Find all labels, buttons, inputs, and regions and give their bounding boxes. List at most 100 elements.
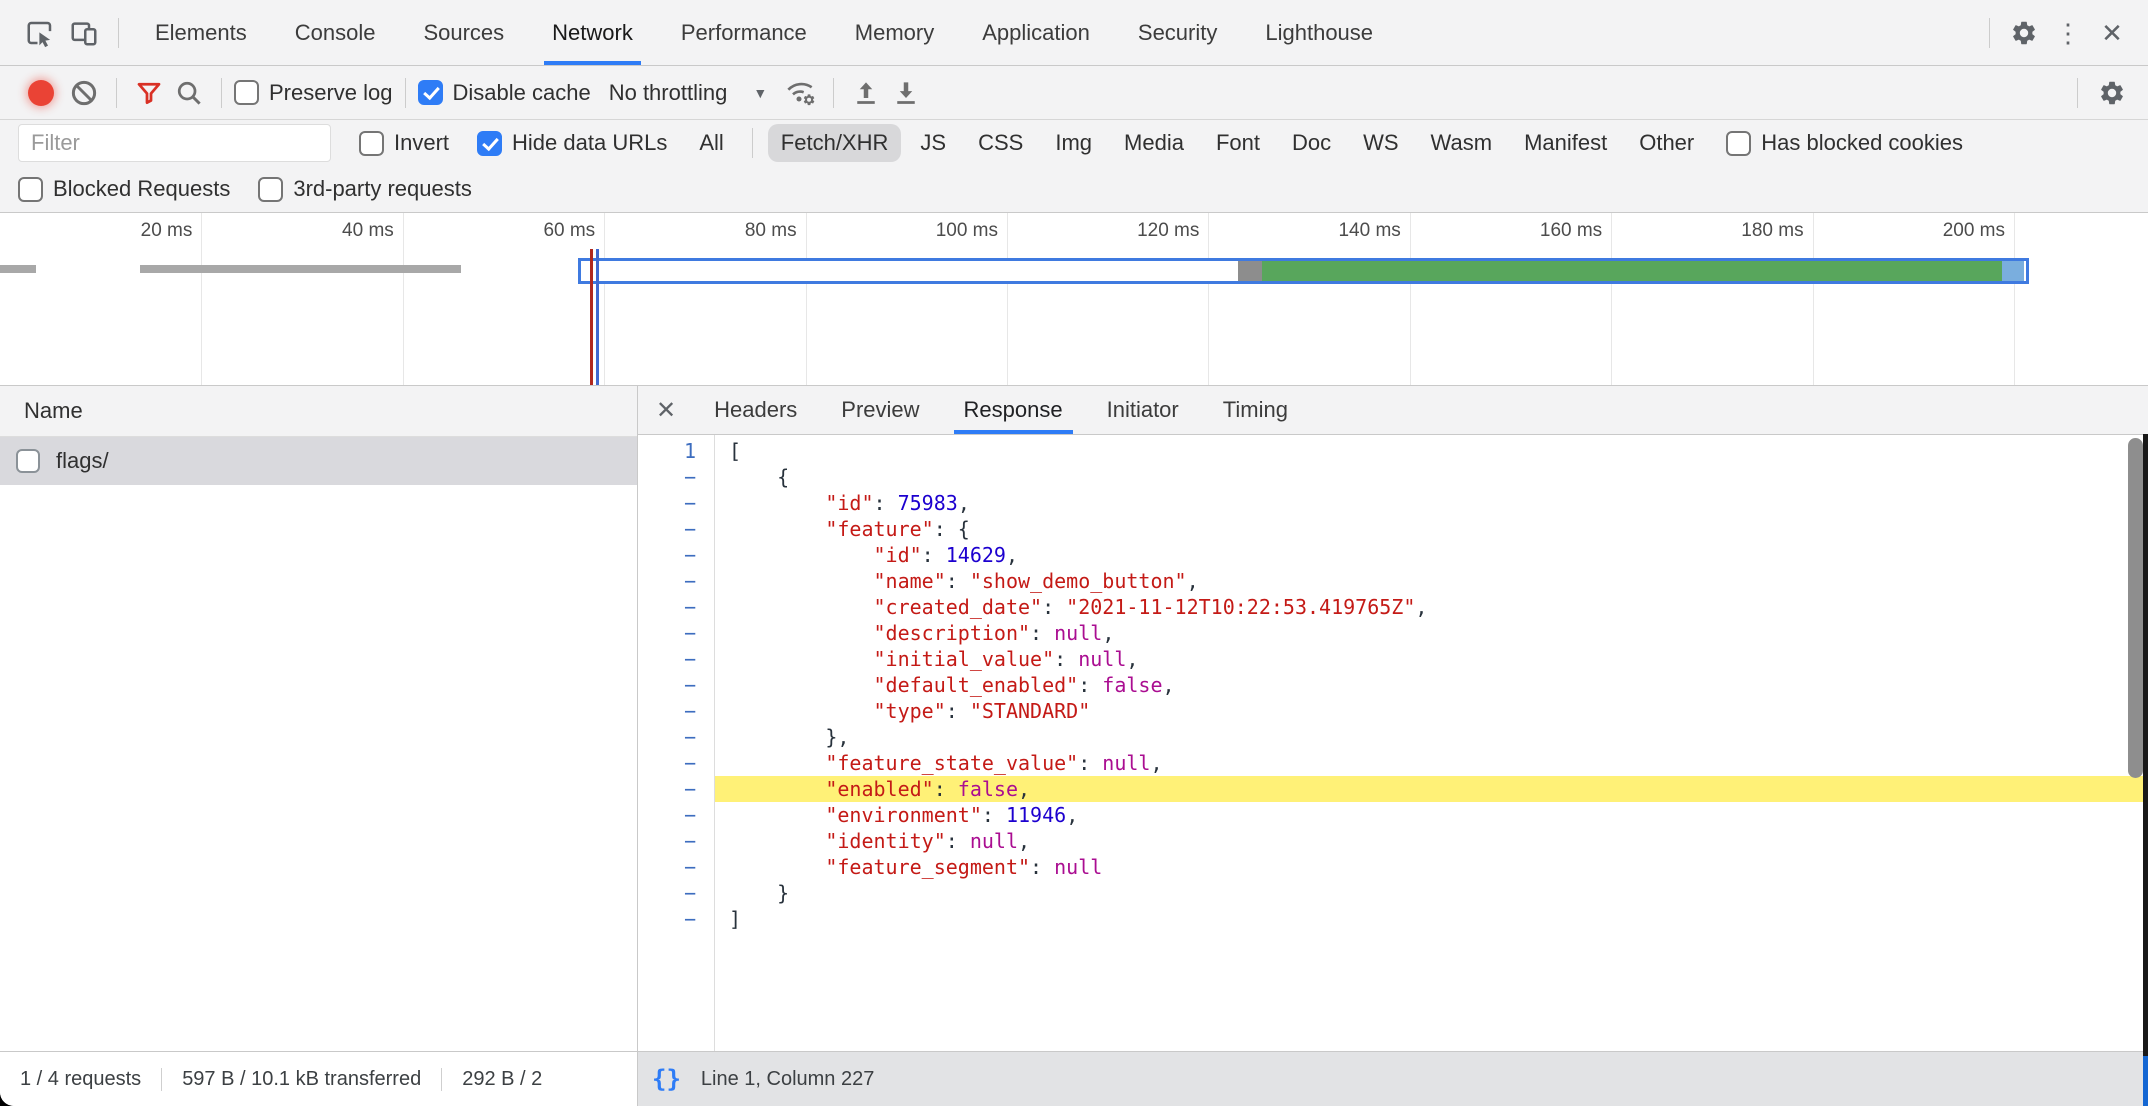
more-options-icon[interactable]: ⋮ xyxy=(2046,11,2090,55)
request-type-filter[interactable]: Font xyxy=(1203,124,1273,162)
time-gridline xyxy=(1813,213,1814,385)
detail-tab[interactable]: Headers xyxy=(692,386,819,434)
request-type-filter[interactable]: Wasm xyxy=(1418,124,1506,162)
time-gridline xyxy=(1611,213,1612,385)
response-line: − "id": 14629, xyxy=(638,542,2148,568)
network-summary: 1 / 4 requests597 B / 10.1 kB transferre… xyxy=(0,1052,637,1106)
third-party-requests-label: 3rd-party requests xyxy=(293,176,472,202)
filter-input[interactable] xyxy=(18,124,331,162)
request-type-filter[interactable]: Fetch/XHR xyxy=(768,124,902,162)
time-tick-label: 100 ms xyxy=(936,220,1007,242)
panel-tab[interactable]: Lighthouse xyxy=(1241,0,1397,65)
has-blocked-cookies-checkbox[interactable] xyxy=(1726,131,1751,156)
detail-tab[interactable]: Response xyxy=(942,386,1085,434)
filter-row-1: Invert Hide data URLs AllFetch/XHRJSCSSI… xyxy=(0,120,2148,166)
background-page-button-fragment xyxy=(2143,1056,2148,1106)
panel-tab[interactable]: Console xyxy=(271,0,400,65)
request-row-flags[interactable]: flags/ xyxy=(0,437,637,485)
time-gridline xyxy=(201,213,202,385)
time-tick-label: 20 ms xyxy=(141,220,202,242)
settings-gear-icon[interactable] xyxy=(2002,11,2046,55)
request-type-filter[interactable]: Manifest xyxy=(1511,124,1620,162)
name-column-header[interactable]: Name xyxy=(0,386,637,437)
hide-data-urls-checkbox[interactable] xyxy=(477,131,502,156)
request-type-filter[interactable]: Other xyxy=(1626,124,1707,162)
time-gridline xyxy=(403,213,404,385)
panel-tab[interactable]: Application xyxy=(958,0,1114,65)
detail-tabbar: ✕ HeadersPreviewResponseInitiatorTiming xyxy=(638,386,2148,435)
close-details-icon[interactable]: ✕ xyxy=(644,386,692,434)
divider xyxy=(118,18,119,48)
disable-cache-checkbox[interactable] xyxy=(418,80,443,105)
request-type-filter[interactable]: WS xyxy=(1350,124,1411,162)
clear-network-log-icon[interactable] xyxy=(64,73,104,113)
time-gridline xyxy=(806,213,807,385)
close-devtools-icon[interactable]: ✕ xyxy=(2090,11,2134,55)
line-number-gutter: − xyxy=(638,516,714,542)
response-line: − "feature": { xyxy=(638,516,2148,542)
network-settings-gear-icon[interactable] xyxy=(2090,71,2134,115)
panel-tab[interactable]: Elements xyxy=(131,0,271,65)
line-number-gutter: − xyxy=(638,594,714,620)
devtools-window: ElementsConsoleSourcesNetworkPerformance… xyxy=(0,0,2148,1106)
request-row-checkbox[interactable] xyxy=(16,449,40,473)
time-tick-label: 200 ms xyxy=(1943,220,2014,242)
panel-tab[interactable]: Performance xyxy=(657,0,831,65)
close-glyph: ✕ xyxy=(2101,20,2123,46)
panel-tab[interactable]: Network xyxy=(528,0,657,65)
divider xyxy=(405,78,406,108)
request-type-filter[interactable]: Img xyxy=(1042,124,1105,162)
editor-status: {} Line 1, Column 227 xyxy=(637,1052,2148,1106)
panel-tab[interactable]: Security xyxy=(1114,0,1241,65)
response-line: − "id": 75983, xyxy=(638,490,2148,516)
inspect-element-icon[interactable] xyxy=(18,11,62,55)
request-type-filter[interactable]: JS xyxy=(907,124,959,162)
status-bar: 1 / 4 requests597 B / 10.1 kB transferre… xyxy=(0,1051,2148,1106)
line-number-gutter: − xyxy=(638,776,714,802)
time-gridline xyxy=(1208,213,1209,385)
blocked-requests-checkbox[interactable] xyxy=(18,177,43,202)
detail-tab[interactable]: Timing xyxy=(1201,386,1310,434)
request-type-filter[interactable]: Doc xyxy=(1279,124,1344,162)
requests-and-details: Name flags/ ✕ HeadersPreviewResponseInit… xyxy=(0,386,2148,1051)
import-har-icon[interactable] xyxy=(846,73,886,113)
network-toolbar: Preserve log Disable cache No throttling… xyxy=(0,66,2148,120)
vertical-scrollbar[interactable] xyxy=(2128,438,2143,778)
cursor-position: Line 1, Column 227 xyxy=(701,1068,874,1091)
detail-tab[interactable]: Initiator xyxy=(1085,386,1201,434)
blocked-requests-label: Blocked Requests xyxy=(53,176,230,202)
search-icon[interactable] xyxy=(169,73,209,113)
export-har-icon[interactable] xyxy=(886,73,926,113)
divider xyxy=(752,128,753,158)
line-number-gutter: − xyxy=(638,880,714,906)
more-glyph: ⋮ xyxy=(2055,20,2081,46)
highlighted-code-line: "enabled": false, xyxy=(714,776,2148,802)
divider xyxy=(116,78,117,108)
time-tick-label: 180 ms xyxy=(1741,220,1812,242)
network-conditions-icon[interactable] xyxy=(781,73,821,113)
request-type-filter[interactable]: Media xyxy=(1111,124,1197,162)
request-type-filter[interactable]: CSS xyxy=(965,124,1036,162)
panel-tab[interactable]: Sources xyxy=(399,0,528,65)
load-event-line xyxy=(590,249,593,385)
throttling-select[interactable]: No throttling ▼ xyxy=(609,80,767,106)
panel-tab[interactable]: Memory xyxy=(831,0,958,65)
invert-checkbox[interactable] xyxy=(359,131,384,156)
detail-tab[interactable]: Preview xyxy=(819,386,941,434)
code-line: }, xyxy=(714,724,2148,750)
response-line: − "default_enabled": false, xyxy=(638,672,2148,698)
response-code[interactable]: 1[− {− "id": 75983,− "feature": {− "id":… xyxy=(638,435,2148,1051)
waterfall-segment xyxy=(1262,261,2002,281)
gutter-divider xyxy=(714,435,715,1051)
preserve-log-checkbox[interactable] xyxy=(234,80,259,105)
device-toolbar-icon[interactable] xyxy=(62,11,106,55)
request-bar-flags[interactable] xyxy=(578,258,2029,284)
third-party-requests-checkbox[interactable] xyxy=(258,177,283,202)
code-line: "created_date": "2021-11-12T10:22:53.419… xyxy=(714,594,2148,620)
network-overview-waterfall[interactable]: 20 ms40 ms60 ms80 ms100 ms120 ms140 ms16… xyxy=(0,213,2148,386)
filter-icon[interactable] xyxy=(129,73,169,113)
response-line: − "identity": null, xyxy=(638,828,2148,854)
panel-tabs: ElementsConsoleSourcesNetworkPerformance… xyxy=(131,0,1397,65)
request-type-filter[interactable]: All xyxy=(686,124,736,162)
record-network-log-button[interactable] xyxy=(28,80,54,106)
